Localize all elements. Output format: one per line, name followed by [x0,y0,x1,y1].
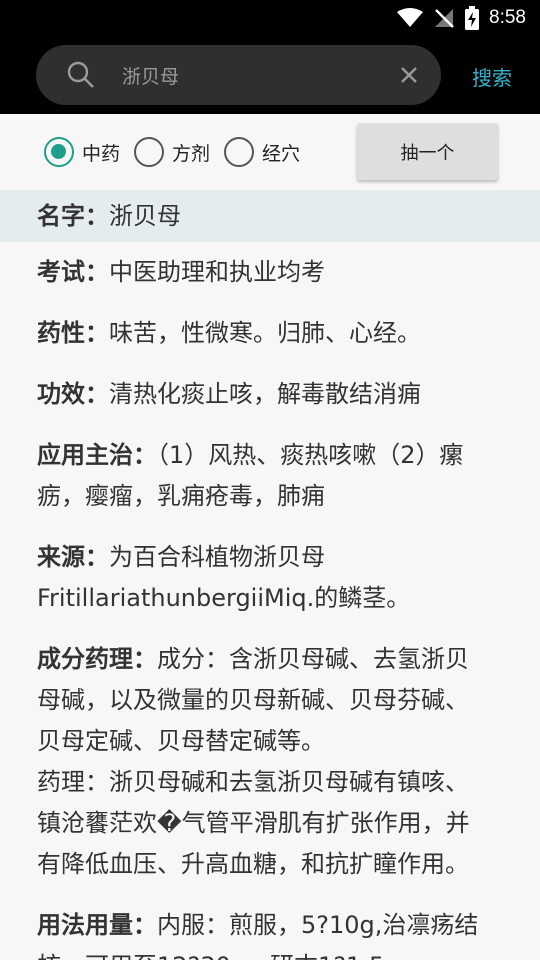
indication-row: 应用主治：（1）风热、痰热咳嗽（2）瘰 疬，瘿瘤，乳痈疮毒，肺痈 [0,435,540,517]
search-icon [67,61,94,88]
search-input[interactable] [122,59,372,91]
radio-unchecked-icon [224,137,254,167]
radio-acupoint[interactable]: 经穴 [224,136,300,168]
field-value: 疬，瘿瘤，乳痈疮毒，肺痈 [37,482,325,510]
radio-herb[interactable]: 中药 [44,136,120,168]
category-filter: 中药 方剂 经穴 抽一个 [0,114,540,190]
random-pick-button[interactable]: 抽一个 [357,123,498,180]
radio-unchecked-icon [134,137,164,167]
field-key: 来源： [37,543,109,571]
field-key: 用法用量： [37,911,157,939]
status-bar: 8:58 [0,0,540,36]
field-value: 味苦，性微寒。归肺、心经。 [109,319,421,347]
clear-icon[interactable] [399,65,419,85]
search-header: 搜索 [0,36,540,114]
field-value: 清热化痰止咳，解毒散结消痈 [109,380,421,408]
search-button[interactable]: 搜索 [462,60,522,92]
radio-checked-icon [44,137,74,167]
field-value: 有降低血压、升高血糖，和抗扩瞳作用。 [37,850,469,878]
exam-row: 考试：中医助理和执业均考 [0,252,540,293]
field-value: 核，可用至12?30g。研末1?1.5g [37,946,526,960]
field-key: 药性： [37,319,109,347]
status-time: 8:58 [489,7,526,28]
field-value: 成分：含浙贝母碱、去氢浙贝 [157,645,469,673]
name-row: 名字：浙贝母 [0,190,540,242]
wifi-icon [397,8,424,27]
radio-label: 经穴 [262,142,301,165]
nature-row: 药性：味苦，性微寒。归肺、心经。 [0,313,540,354]
field-value: 药理：浙贝母碱和去氢浙贝母碱有镇咳、 [37,768,469,796]
field-key: 名字： [37,202,109,230]
field-value: 贝母定碱、贝母替定碱等。 [37,727,325,755]
record-detail: 名字：浙贝母 考试：中医助理和执业均考 药性：味苦，性微寒。归肺、心经。 功效：… [0,190,540,960]
field-value: 镇沧饔茫欢�气管平滑肌有扩张作用，并 [37,809,470,837]
field-key: 应用主治： [37,441,157,469]
battery-charging-icon [465,6,480,30]
field-value: 内服：煎服，5?10g,治凛疡结 [157,911,479,939]
field-value: 浙贝母 [109,202,181,230]
field-value: （1）风热、痰热咳嗽（2）瘰 [157,441,464,469]
radio-formula[interactable]: 方剂 [134,136,210,168]
field-key: 功效： [37,380,109,408]
field-key: 成分药理： [37,645,157,673]
field-value: 为百合科植物浙贝母 [109,543,325,571]
field-key: 考试： [37,258,109,286]
field-value: FritillariathunbergiiMiq.的鳞茎。 [37,584,411,612]
dosage-row: 用法用量：内服：煎服，5?10g,治凛疡结 核，可用至12?30g。研末1?1.… [0,905,540,960]
field-value: 中医助理和执业均考 [109,258,325,286]
radio-label: 方剂 [172,142,211,165]
search-box[interactable] [36,45,441,105]
radio-label: 中药 [82,142,121,165]
field-value: 母碱，以及微量的贝母新碱、贝母芬碱、 [37,686,469,714]
no-signal-icon [435,9,454,28]
pharmacology-row: 成分药理：成分：含浙贝母碱、去氢浙贝 母碱，以及微量的贝母新碱、贝母芬碱、 贝母… [0,639,540,885]
effect-row: 功效：清热化痰止咳，解毒散结消痈 [0,374,540,415]
source-row: 来源：为百合科植物浙贝母 FritillariathunbergiiMiq.的鳞… [0,537,540,619]
